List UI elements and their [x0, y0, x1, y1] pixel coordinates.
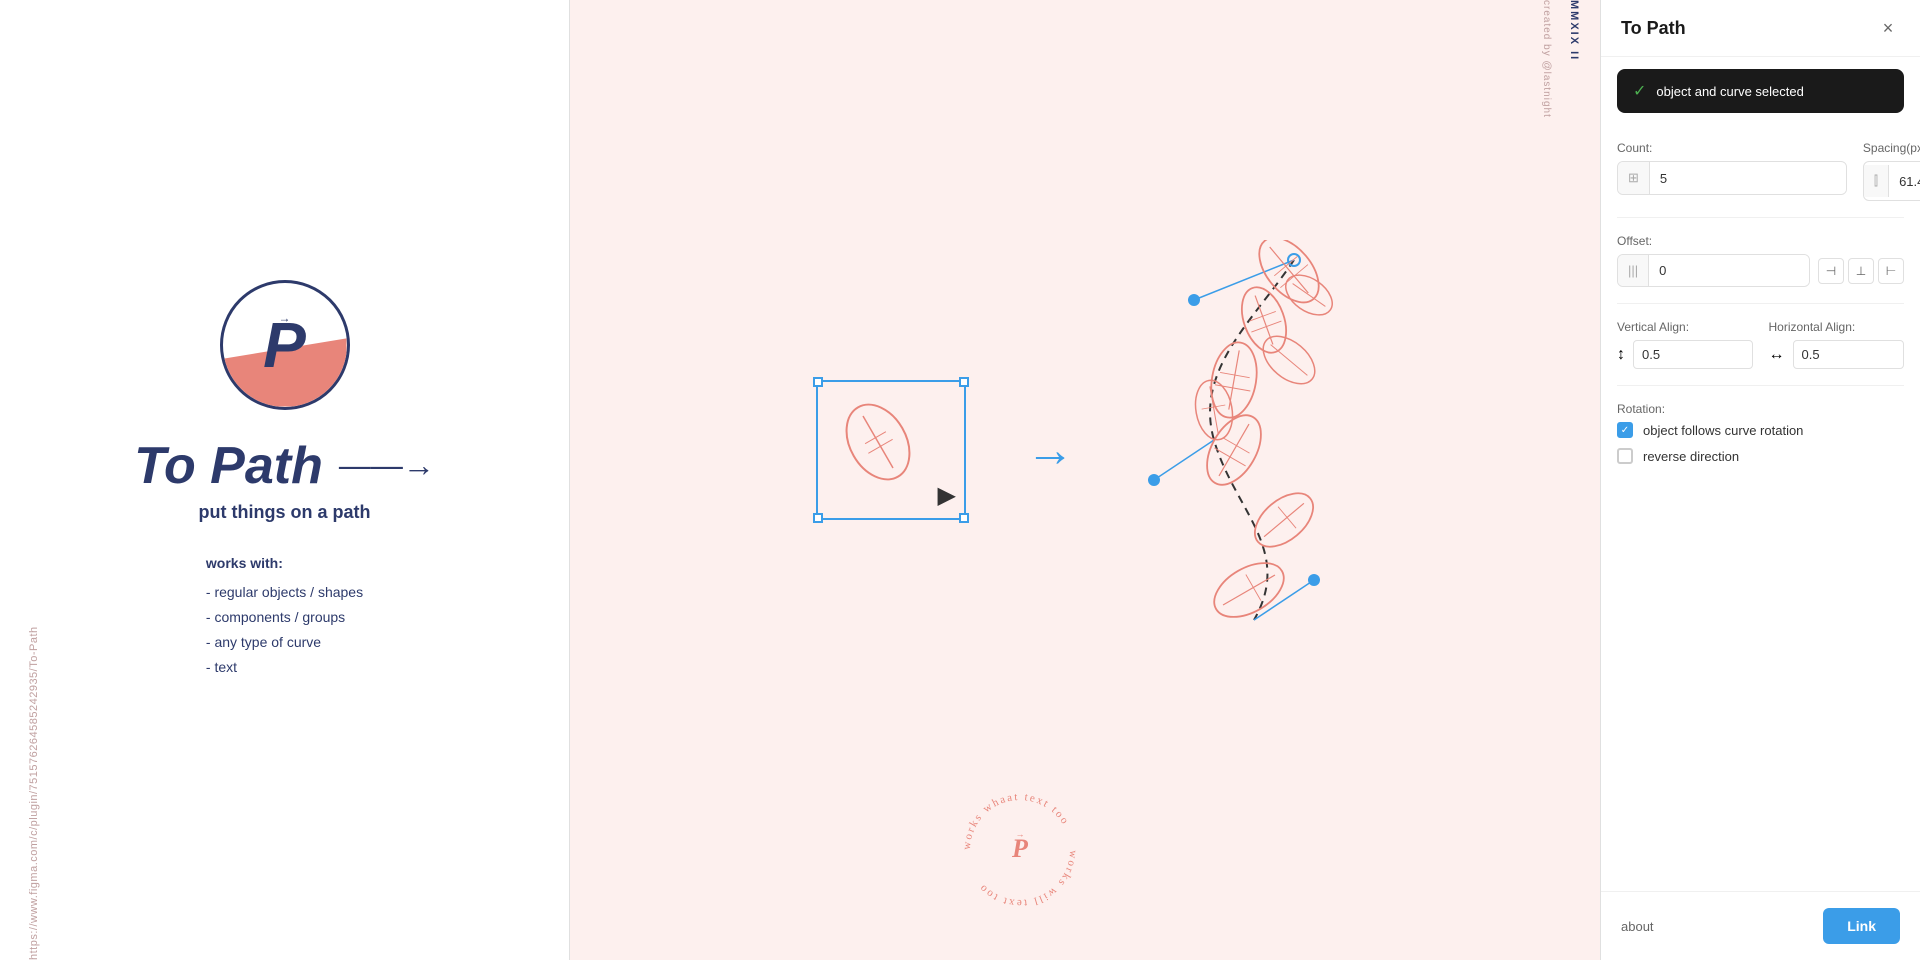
handle-tl: [813, 377, 823, 387]
flow-arrow: →: [1026, 423, 1074, 478]
horizontal-align-label: Horizontal Align:: [1769, 320, 1905, 334]
rotation-section: Rotation: ✓ object follows curve rotatio…: [1617, 402, 1904, 464]
status-bar: ✓ object and curve selected: [1617, 69, 1904, 113]
panel-body: Count: ⊞ Spacing(px): ⫿ 🔒 Offset:: [1601, 125, 1920, 891]
align-col-row: Vertical Align: ↕ Horizontal Align: ↔: [1617, 320, 1904, 369]
offset-row: ||| ⊣ ⊥ ⊢: [1617, 254, 1904, 287]
rotation-label: Rotation:: [1617, 402, 1904, 416]
reverse-direction-label: reverse direction: [1643, 449, 1739, 464]
spacing-icon: ⫿: [1864, 165, 1889, 197]
spacing-input[interactable]: [1889, 166, 1920, 197]
cursor-icon: ▶: [938, 481, 956, 510]
title-row: To Path ——→: [134, 440, 435, 492]
count-group: Count: ⊞: [1617, 141, 1847, 201]
follows-curve-row: ✓ object follows curve rotation: [1617, 422, 1904, 438]
offset-align-buttons: ⊣ ⊥ ⊢: [1818, 258, 1904, 284]
logo-circle: → P: [220, 280, 350, 410]
count-label: Count:: [1617, 141, 1847, 155]
spacing-label: Spacing(px):: [1863, 141, 1920, 155]
leaves-on-path: [1134, 240, 1354, 660]
horizontal-align-input[interactable]: [1793, 340, 1905, 369]
status-check-icon: ✓: [1633, 81, 1646, 101]
count-input[interactable]: [1650, 163, 1846, 194]
logo-arrow: →: [279, 311, 291, 325]
count-icon: ⊞: [1618, 162, 1650, 194]
align-center-btn[interactable]: ⊥: [1848, 258, 1874, 284]
leaf-icon: [828, 392, 928, 492]
follows-curve-checkbox[interactable]: ✓: [1617, 422, 1633, 438]
works-with-title: works with:: [206, 551, 363, 576]
divider-3: [1617, 385, 1904, 386]
align-right-btn[interactable]: ⊢: [1878, 258, 1904, 284]
status-text: object and curve selected: [1656, 84, 1803, 99]
svg-text:→: →: [1016, 829, 1025, 839]
align-left-btn[interactable]: ⊣: [1818, 258, 1844, 284]
feature-2: - components / groups: [206, 605, 363, 630]
main-title: To Path: [134, 440, 323, 492]
offset-group: Offset: ||| ⊣ ⊥ ⊢: [1617, 234, 1904, 287]
horizontal-align-icon: ↔: [1769, 346, 1785, 364]
about-link[interactable]: about: [1621, 919, 1654, 934]
horizontal-align-group: Horizontal Align: ↔: [1769, 320, 1905, 369]
follows-curve-label: object follows curve rotation: [1643, 423, 1803, 438]
spacing-group: Spacing(px): ⫿ 🔒: [1863, 141, 1920, 201]
subtitle: put things on a path: [199, 502, 371, 523]
handle-tr: [959, 377, 969, 387]
vertical-align-val-row: ↕: [1617, 340, 1753, 369]
reverse-direction-row: reverse direction: [1617, 448, 1904, 464]
spacing-input-wrapper: ⫿ 🔒: [1863, 161, 1920, 201]
leaves-path-svg: [1134, 240, 1354, 660]
vertical-align-input[interactable]: [1633, 340, 1753, 369]
feature-3: - any type of curve: [206, 630, 363, 655]
vertical-align-group: Vertical Align: ↕: [1617, 320, 1753, 369]
canvas-panel: MMXIX II created by @lastnight ▶ →: [570, 0, 1600, 960]
close-button[interactable]: ×: [1876, 16, 1900, 40]
offset-input[interactable]: [1649, 255, 1810, 286]
panel-footer: about Link: [1601, 891, 1920, 960]
leaf-selection-box: ▶: [816, 380, 966, 520]
link-button[interactable]: Link: [1823, 908, 1900, 944]
side-label-mmxix: MMXIX II: [1568, 0, 1580, 960]
canvas-content: ▶ →: [816, 240, 1354, 660]
side-label-created: created by @lastnight: [1541, 0, 1552, 960]
handle-br: [959, 513, 969, 523]
feature-1: - regular objects / shapes: [206, 580, 363, 605]
plugin-panel: To Path × ✓ object and curve selected Co…: [1600, 0, 1920, 960]
handle-bl: [813, 513, 823, 523]
offset-icon: |||: [1618, 255, 1649, 286]
panel-title: To Path: [1621, 18, 1686, 39]
divider-2: [1617, 303, 1904, 304]
vertical-align-icon: ↕: [1617, 346, 1625, 364]
left-panel: https://www.figma.com/c/plugin/751576264…: [0, 0, 570, 960]
count-input-wrapper: ⊞: [1617, 161, 1847, 195]
title-arrow-icon: ——→: [339, 447, 435, 484]
offset-label: Offset:: [1617, 234, 1904, 248]
horizontal-align-val-row: ↔: [1769, 340, 1905, 369]
side-url: https://www.figma.com/c/plugin/751576264…: [28, 0, 40, 960]
panel-header: To Path ×: [1601, 0, 1920, 57]
vertical-align-label: Vertical Align:: [1617, 320, 1753, 334]
offset-input-wrapper: |||: [1617, 254, 1810, 287]
divider-1: [1617, 217, 1904, 218]
feature-4: - text: [206, 655, 363, 680]
works-with: works with: - regular objects / shapes -…: [206, 551, 363, 681]
circular-logo: works whaat text too works will text too…: [955, 785, 1085, 920]
reverse-direction-checkbox[interactable]: [1617, 448, 1633, 464]
checkbox-check-icon: ✓: [1621, 425, 1629, 436]
count-spacing-row: Count: ⊞ Spacing(px): ⫿ 🔒: [1617, 141, 1904, 201]
